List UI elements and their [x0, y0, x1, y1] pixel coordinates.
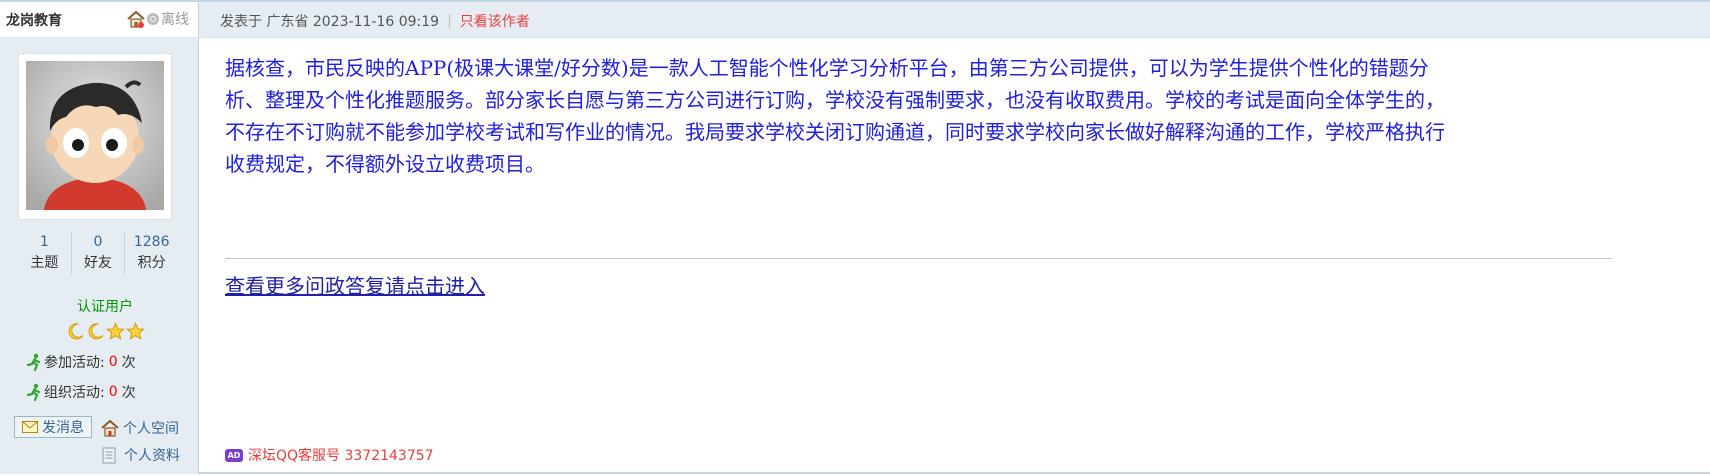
ad-text: 深坛QQ客服号 3372143757: [248, 448, 434, 464]
running-man-icon: [26, 353, 41, 371]
stat-value: 1: [39, 234, 49, 250]
moon-icon: [88, 323, 104, 340]
document-icon: [102, 447, 116, 463]
stat-label: 主题: [30, 255, 59, 271]
personal-profile-label: 个人资料: [124, 448, 180, 464]
post-content: 据核查，市民反映的APP(极课大课堂/好分数)是一款人工智能个性化学习分析平台，…: [225, 52, 1625, 180]
activity-count: 0: [108, 384, 118, 400]
post-line: 不存在不订购就不能参加学校考试和写作业的情况。我局要求学校关闭订购通道，同时要求…: [225, 120, 1445, 144]
home-icon: [127, 10, 145, 28]
avatar-image: [26, 61, 164, 210]
star-icon: [106, 322, 125, 340]
send-message-label: 发消息: [42, 420, 84, 436]
activity-organize: 组织活动: 0 次: [26, 382, 136, 402]
stat-friends[interactable]: 0 好友: [72, 232, 126, 274]
personal-space-link[interactable]: 个人空间: [100, 418, 179, 438]
personal-space-label: 个人空间: [123, 421, 179, 437]
author-name[interactable]: 龙岗教育: [6, 10, 62, 30]
activity-unit: 次: [121, 385, 136, 401]
post-main: 发表于 广东省 2023-11-16 09:19 | 只看该作者 据核查，市民反…: [199, 2, 1710, 474]
post-meta: 发表于 广东省 2023-11-16 09:19 | 只看该作者: [220, 11, 530, 31]
envelope-icon: [22, 421, 38, 433]
stat-points[interactable]: 1286 积分: [125, 232, 178, 274]
moon-icon: [68, 323, 84, 340]
post-line: 析、整理及个性化推题服务。部分家长自愿与第三方公司进行订购，学校没有强制要求，也…: [225, 88, 1445, 112]
author-stats: 1 主题 0 好友 1286 积分: [18, 232, 178, 274]
activity-count: 0: [108, 354, 118, 370]
online-status: 离线: [126, 9, 189, 29]
personal-profile-link[interactable]: 个人资料: [102, 445, 180, 465]
stat-label: 积分: [137, 255, 166, 271]
stat-value: 0: [93, 234, 103, 250]
bottom-border: [199, 472, 1710, 474]
post-header: 发表于 广东省 2023-11-16 09:19 | 只看该作者: [199, 2, 1710, 38]
home-icon: [101, 419, 119, 437]
activity-join: 参加活动: 0 次: [26, 352, 136, 372]
post-line: 据核查，市民反映的APP(极课大课堂/好分数)是一款人工智能个性化学习分析平台，…: [225, 56, 1429, 80]
stat-value: 1286: [133, 234, 170, 250]
stat-threads[interactable]: 1 主题: [18, 232, 72, 274]
avatar[interactable]: [26, 61, 164, 210]
star-icon: [126, 322, 145, 340]
user-level: [66, 322, 145, 341]
activity-unit: 次: [121, 355, 136, 371]
running-man-icon: [26, 383, 41, 401]
verified-user-label: 认证用户: [77, 299, 133, 315]
send-message-button[interactable]: 发消息: [14, 416, 92, 438]
content-divider: [225, 258, 1612, 259]
ad-badge-icon: AD: [225, 448, 243, 462]
separator: |: [447, 13, 452, 29]
view-author-only-link[interactable]: 只看该作者: [460, 11, 530, 31]
author-sidebar: 龙岗教育 离线 1 主题 0 好友 1286 积分 认证用户 参加活动: 0 次…: [0, 2, 199, 474]
stat-label: 好友: [84, 255, 112, 271]
ad-row[interactable]: AD 深坛QQ客服号 3372143757: [225, 445, 434, 465]
status-text: 离线: [161, 12, 189, 28]
activity-label: 组织活动:: [44, 385, 105, 401]
post-line: 收费规定，不得额外设立收费项目。: [225, 152, 545, 176]
author-header: 龙岗教育 离线: [0, 2, 198, 38]
more-replies-link[interactable]: 查看更多问政答复请点击进入: [225, 270, 485, 299]
post-date: 发表于 广东省 2023-11-16 09:19: [220, 14, 440, 30]
avatar-frame: [18, 53, 172, 220]
offline-icon: [147, 13, 159, 25]
activity-label: 参加活动:: [44, 355, 105, 371]
